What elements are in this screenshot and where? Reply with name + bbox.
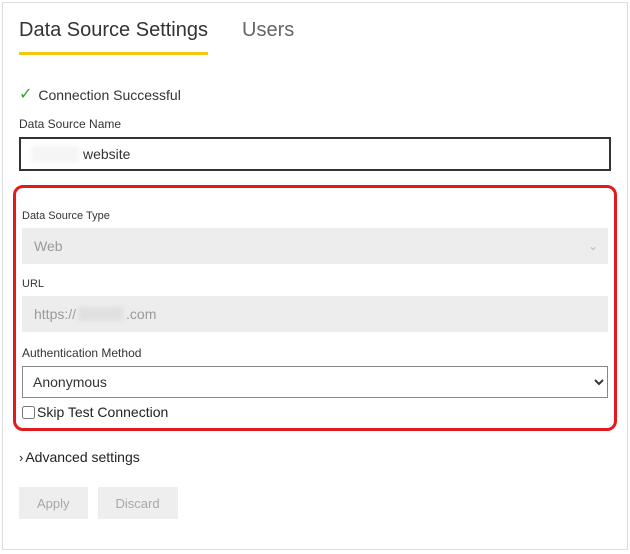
data-source-type-value: Web [34, 238, 63, 254]
action-buttons: Apply Discard [19, 487, 611, 519]
url-prefix: https:// [34, 306, 76, 322]
tab-data-source-settings[interactable]: Data Source Settings [19, 19, 208, 55]
label-data-source-name: Data Source Name [19, 117, 611, 131]
auth-method-select[interactable]: Anonymous [22, 366, 608, 398]
data-source-name-value: website [83, 146, 130, 162]
data-source-name-input[interactable]: website [19, 137, 611, 171]
url-suffix: .com [126, 306, 156, 322]
chevron-down-icon: ⌄ [588, 239, 598, 253]
status-text: Connection Successful [38, 87, 180, 103]
apply-button[interactable]: Apply [19, 487, 88, 519]
skip-test-checkbox[interactable] [22, 406, 35, 419]
url-input[interactable]: https:// .com [22, 296, 608, 332]
skip-test-label: Skip Test Connection [37, 404, 168, 420]
label-auth-method: Authentication Method [22, 346, 608, 360]
redacted-text [78, 307, 124, 321]
redacted-text [31, 146, 79, 162]
label-url: URL [22, 278, 608, 290]
advanced-settings-toggle[interactable]: › Advanced settings [19, 449, 611, 465]
connection-status: ✓ Connection Successful [19, 87, 611, 103]
settings-panel: Data Source Settings Users ✓ Connection … [2, 2, 628, 550]
advanced-settings-label: Advanced settings [25, 449, 139, 465]
label-data-source-type: Data Source Type [22, 210, 608, 222]
highlight-box: Data Source Type Web ⌄ URL https:// .com… [13, 185, 617, 431]
tab-bar: Data Source Settings Users [19, 19, 611, 61]
tab-users[interactable]: Users [242, 19, 294, 52]
chevron-right-icon: › [19, 451, 23, 464]
data-source-type-select[interactable]: Web ⌄ [22, 228, 608, 264]
check-icon: ✓ [19, 87, 32, 103]
discard-button[interactable]: Discard [98, 487, 178, 519]
